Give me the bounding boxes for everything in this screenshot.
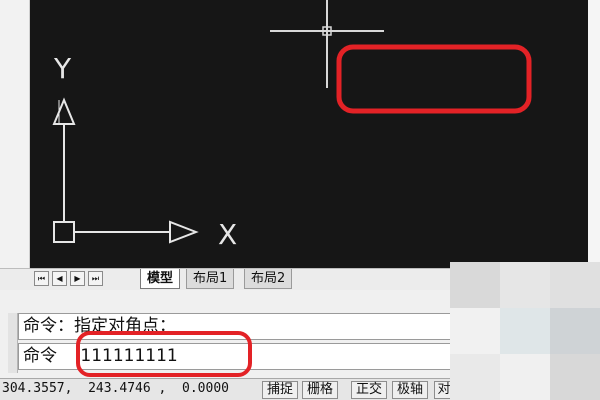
previous-tab-button[interactable]: ◀ <box>52 271 67 286</box>
highlight-box-command <box>76 331 252 377</box>
snap-toggle-button[interactable]: 捕捉 <box>262 381 298 399</box>
grid-toggle-button[interactable]: 栅格 <box>302 381 338 399</box>
tab-model[interactable]: 模型 <box>140 269 181 289</box>
canvas-overlay: Y X <box>52 0 532 251</box>
tab-layout2[interactable]: 布局2 <box>244 269 293 289</box>
next-tab-button[interactable]: ▶ <box>70 271 85 286</box>
pixelated-watermark <box>450 262 600 400</box>
crosshair-cursor-icon <box>270 0 384 88</box>
ortho-toggle-button[interactable]: 正交 <box>351 381 387 399</box>
y-axis-label: Y <box>53 52 72 85</box>
polar-toggle-button[interactable]: 极轴 <box>392 381 428 399</box>
highlight-box-canvas <box>336 44 532 114</box>
first-tab-button[interactable]: ⏮ <box>34 271 49 286</box>
ucs-axis-icon <box>52 97 199 244</box>
tab-layout1[interactable]: 布局1 <box>186 269 235 289</box>
x-axis-label: X <box>218 218 237 251</box>
last-tab-button[interactable]: ⏭ <box>88 271 103 286</box>
left-panel-edge <box>0 0 30 270</box>
coordinate-readout: 304.3557, 243.4746 , 0.0000 <box>2 381 229 396</box>
